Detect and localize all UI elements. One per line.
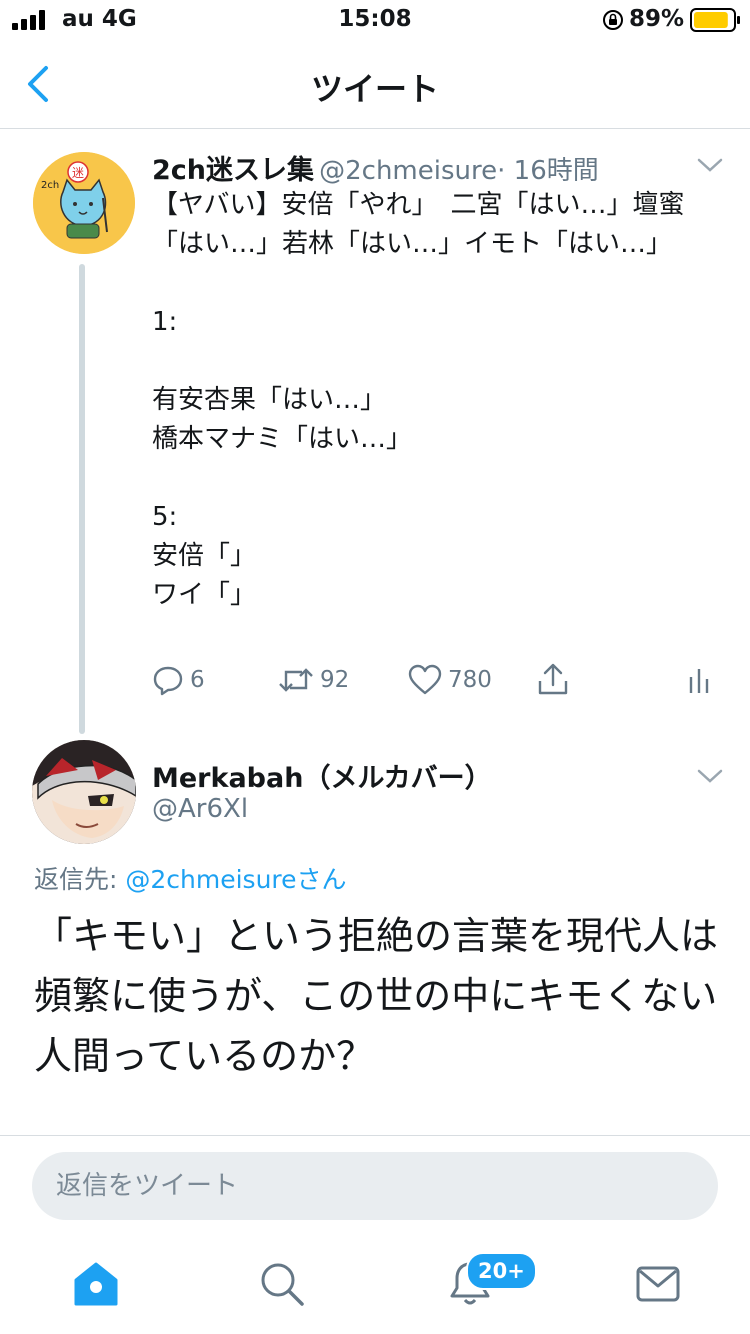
cat-avatar-icon: 2ch 迷 (33, 152, 135, 254)
tab-home[interactable] (72, 1260, 120, 1308)
svg-text:2ch: 2ch (41, 180, 59, 191)
notifications-badge: 20+ (466, 1252, 537, 1290)
heart-icon (408, 664, 442, 695)
analytics-icon (689, 669, 709, 693)
avatar[interactable] (32, 740, 136, 844)
chevron-down-icon[interactable] (696, 155, 724, 175)
reply-to-prefix: 返信先: (34, 865, 126, 894)
reply-to-user-link[interactable]: @2chmeisureさん (125, 865, 346, 894)
battery-icon (690, 8, 740, 32)
analytics-action[interactable] (688, 660, 712, 700)
mail-icon (636, 1266, 680, 1302)
tweet-body: 【ヤバい】安倍「やれ」 二宮「はい…」壇蜜「はい…」若林「はい…」イモト「はい…… (152, 190, 685, 610)
retweet-action[interactable]: 92 (278, 660, 349, 700)
chevron-down-icon[interactable] (696, 766, 724, 786)
svg-text:迷: 迷 (72, 166, 84, 180)
reply-to-line: 返信先: @2chmeisureさん (34, 860, 347, 896)
thread-line (79, 264, 85, 734)
reply-action[interactable]: 6 (152, 660, 205, 700)
tab-search[interactable] (258, 1260, 306, 1308)
like-action[interactable]: 780 (408, 660, 492, 700)
retweet-count: 92 (320, 667, 350, 693)
reply-tweet-body: 「キモい」という拒絶の言葉を現代人は頻繁に使うが、この世の中にキモくない人間って… (34, 914, 719, 1078)
reply-author-name[interactable]: Merkabah（メルカバー） (152, 756, 492, 795)
status-bar: au 4G 15:08 89% (0, 0, 750, 40)
reply-author-handle[interactable]: @Ar6Xl (152, 794, 248, 824)
tab-messages[interactable] (634, 1260, 682, 1308)
tweet-header: 2ch迷スレ集 @2chmeisure· 16時間 (152, 148, 599, 187)
tweet-author-handle[interactable]: @2chmeisure (319, 156, 497, 186)
retweet-icon (279, 668, 313, 692)
home-icon (74, 1262, 118, 1306)
reply-input[interactable] (32, 1152, 718, 1220)
reply-count: 6 (190, 667, 205, 693)
avatar[interactable]: 2ch 迷 (33, 152, 135, 254)
tweet-author-name[interactable]: 2ch迷スレ集 (152, 155, 314, 186)
share-icon (538, 663, 568, 695)
tweet-timestamp: · 16時間 (497, 156, 599, 186)
like-count: 780 (448, 667, 492, 693)
anime-character-avatar-icon (32, 740, 136, 844)
divider (0, 1135, 750, 1136)
page-title: ツイート (310, 70, 439, 108)
nav-bar: ツイート (0, 40, 750, 129)
battery-percent: 89% (628, 6, 684, 32)
orientation-lock-icon (603, 10, 623, 30)
share-action[interactable] (536, 660, 570, 700)
search-icon (261, 1263, 304, 1306)
reply-icon (153, 666, 183, 696)
